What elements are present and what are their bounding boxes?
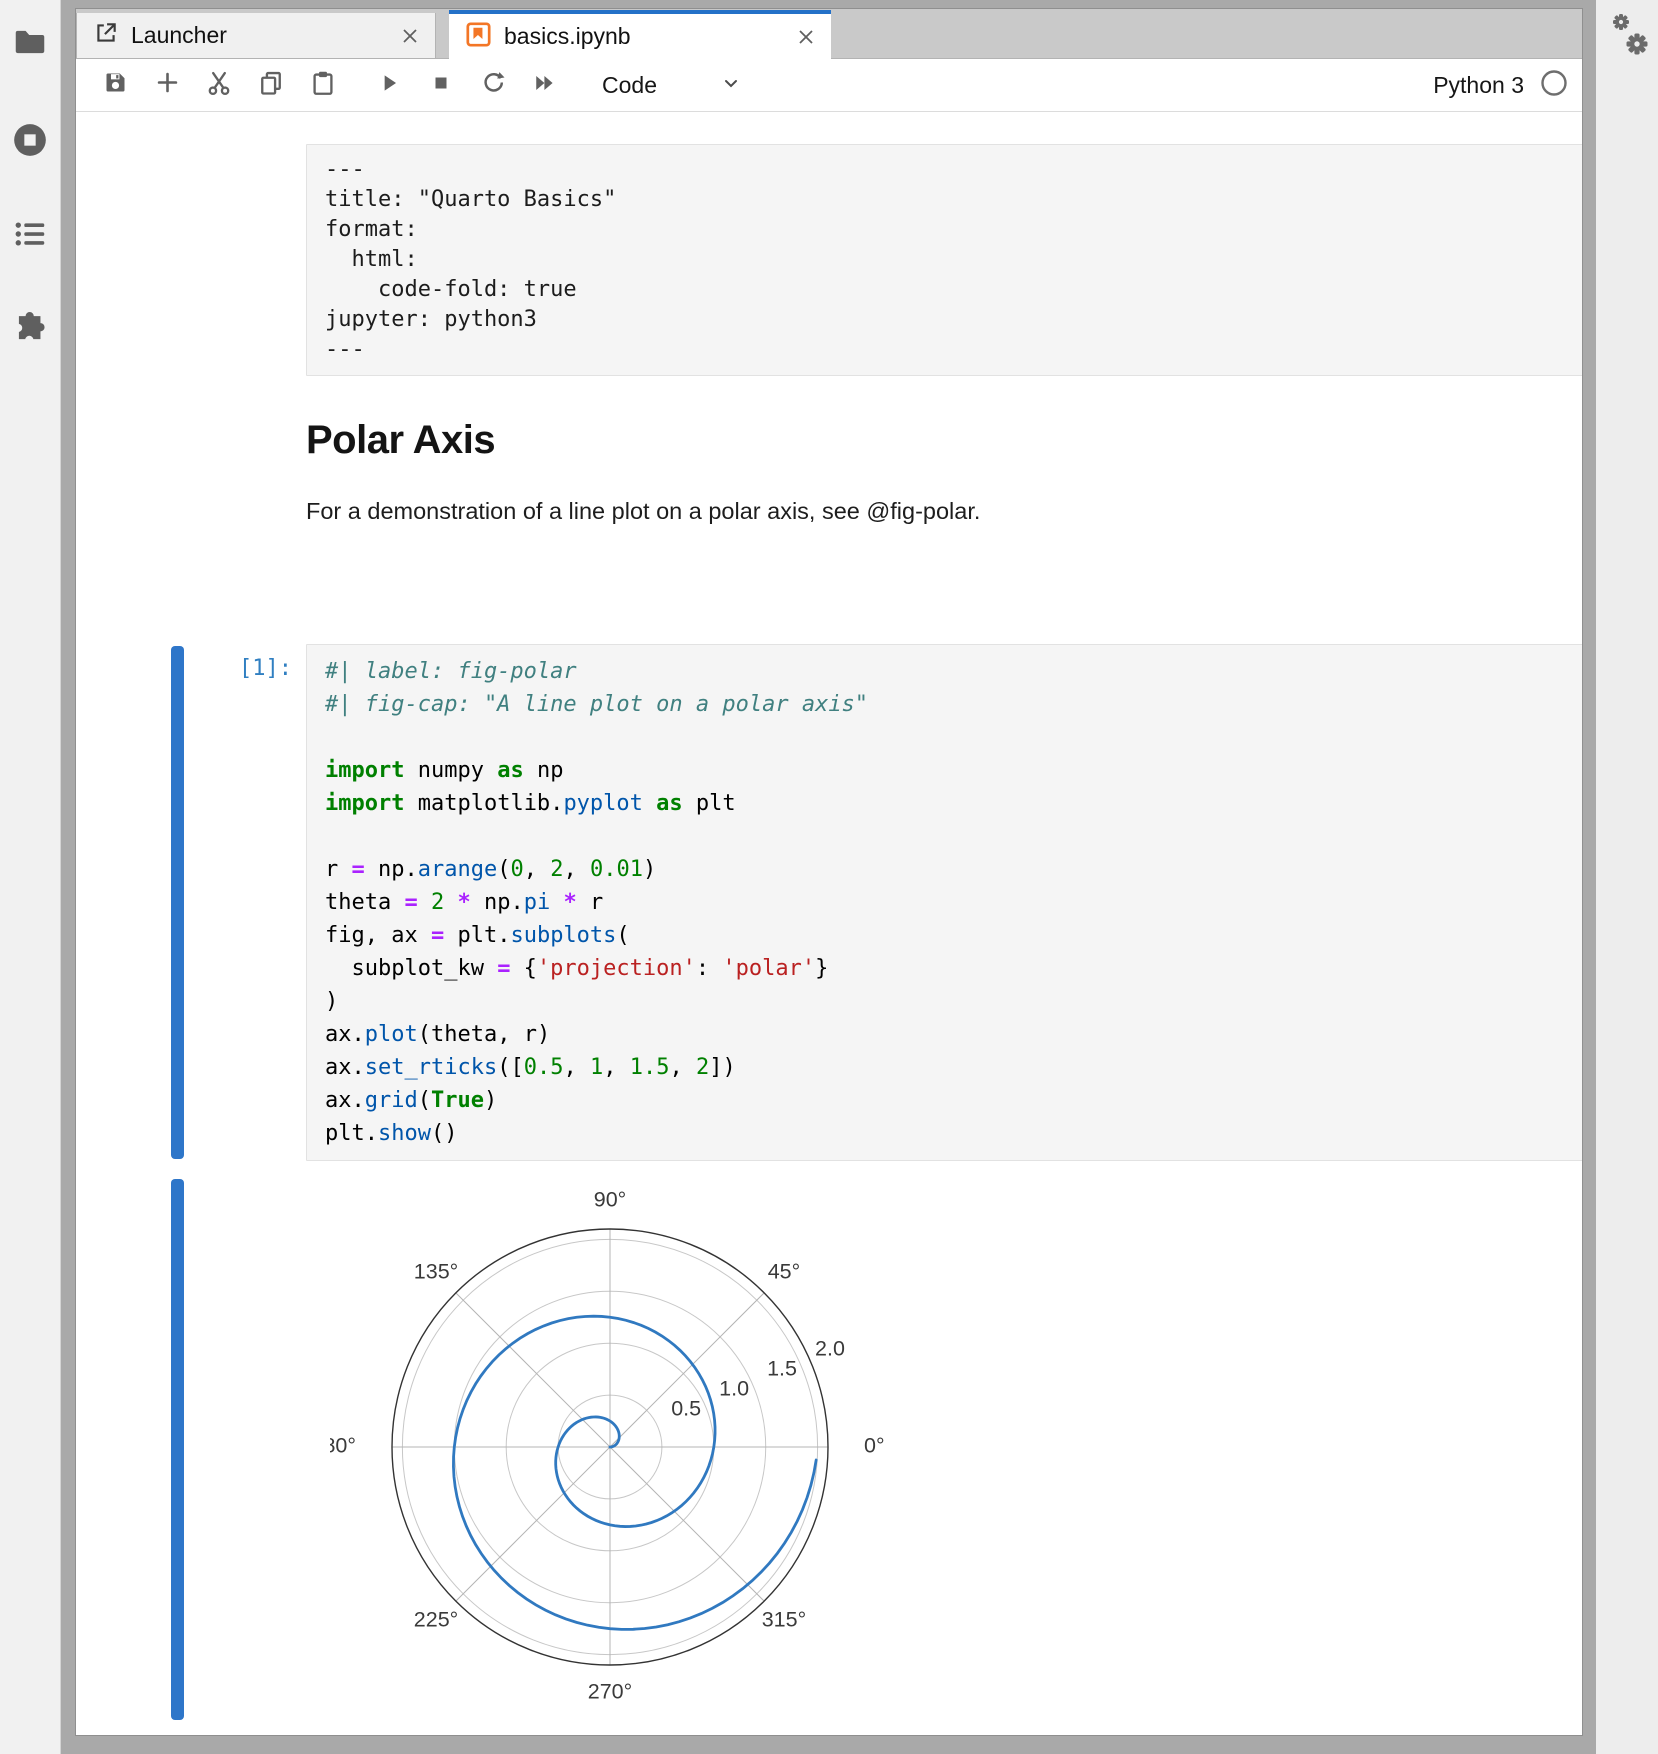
svg-text:180°: 180° [330,1434,356,1458]
settings-gears-icon[interactable] [1604,8,1654,71]
notebook-toolbar: Code Python 3 [76,59,1582,112]
tab-launcher[interactable]: Launcher [76,13,436,58]
svg-text:1.0: 1.0 [719,1376,749,1400]
close-icon[interactable] [373,25,421,47]
puzzle-icon [11,309,49,347]
cut-cells-button[interactable] [202,68,236,102]
kernel-status-icon[interactable] [1540,69,1568,102]
output-collapser[interactable] [171,1179,184,1720]
execution-count: [1]: [171,644,306,681]
svg-text:0.5: 0.5 [671,1396,701,1420]
copy-cells-button[interactable] [254,68,288,102]
sidebar-item-table-of-contents[interactable] [0,198,60,270]
sidebar-item-running-kernels[interactable] [0,104,60,176]
restart-kernel-button[interactable] [476,68,510,102]
sidebar-item-extensions[interactable] [0,292,60,364]
svg-text:270°: 270° [588,1680,632,1704]
raw-cell-source[interactable]: ---title: "Quarto Basics"format: html: c… [307,145,1582,375]
folder-icon [11,23,49,61]
page-title: Polar Axis [306,416,1582,464]
stop-icon [429,71,453,100]
notebook-content: ---title: "Quarto Basics"format: html: c… [76,112,1582,1735]
svg-text:90°: 90° [594,1188,627,1212]
save-icon [102,69,129,101]
cell-type-value: Code [602,72,657,99]
markdown-cell-row: Polar Axis For a demonstration of a line… [171,376,1582,526]
notebook-icon [465,21,492,53]
list-icon [11,215,49,253]
stop-circle-icon [10,120,50,160]
kernel-area: Python 3 [1433,69,1568,102]
svg-text:135°: 135° [414,1260,458,1284]
code-cell[interactable]: #| label: fig-polar#| fig-cap: "A line p… [306,644,1582,1161]
restart-run-all-button[interactable] [528,68,562,102]
output-cell-row: 0° 45° 90° 135° 180° 225° 270° 315° 0.5 1.0 1.5 2.0 [171,1177,1582,1722]
screen: Launcher basics.ipynb [0,0,1658,1754]
output-gutter [171,1177,306,1722]
interrupt-kernel-button[interactable] [424,68,458,102]
tab-notebook[interactable]: basics.ipynb [449,10,831,59]
svg-text:315°: 315° [762,1608,806,1632]
run-icon [376,70,402,101]
add-icon [154,69,181,101]
tab-label: Launcher [131,22,227,49]
copy-icon [257,69,285,102]
svg-text:1.5: 1.5 [767,1357,797,1381]
markdown-paragraph: For a demonstration of a line plot on a … [306,496,1582,526]
raw-cell-gutter [171,144,306,376]
code-cell-source[interactable]: #| label: fig-polar#| fig-cap: "A line p… [307,645,1582,1160]
tab-bar: Launcher basics.ipynb [76,9,1582,59]
launcher-icon [93,20,119,51]
paste-cells-button[interactable] [306,68,340,102]
svg-text:45°: 45° [768,1260,801,1284]
jupyterlab-window: Launcher basics.ipynb [75,8,1583,1736]
add-cell-button[interactable] [150,68,184,102]
tab-label: basics.ipynb [504,23,631,50]
kernel-name[interactable]: Python 3 [1433,72,1524,99]
chevron-down-icon [657,71,743,100]
cell-collapser[interactable] [171,646,184,1159]
run-cell-button[interactable] [372,68,406,102]
fast-forward-icon [531,69,559,102]
right-panel-strip [1596,0,1658,1754]
close-icon[interactable] [769,26,817,48]
save-button[interactable] [98,68,132,102]
cut-icon [205,69,233,102]
raw-cell-row: ---title: "Quarto Basics"format: html: c… [171,144,1582,376]
code-cell-gutter: [1]: [171,644,306,1161]
code-cell-row: [1]: #| label: fig-polar#| fig-cap: "A l… [171,644,1582,1161]
raw-cell[interactable]: ---title: "Quarto Basics"format: html: c… [306,144,1582,376]
svg-text:225°: 225° [414,1608,458,1632]
activity-bar [0,0,61,1754]
sidebar-item-file-browser[interactable] [0,6,60,78]
cell-type-dropdown[interactable]: Code [602,71,743,100]
markdown-cell[interactable]: Polar Axis For a demonstration of a line… [306,376,1582,526]
output-area: 0° 45° 90° 135° 180° 225° 270° 315° 0.5 1.0 1.5 2.0 [306,1177,890,1722]
polar-plot-figure: 0° 45° 90° 135° 180° 225° 270° 315° 0.5 1.0 1.5 2.0 [330,1177,890,1717]
svg-text:0°: 0° [864,1434,885,1458]
svg-text:2.0: 2.0 [815,1337,845,1361]
markdown-cell-gutter [171,376,306,526]
paste-icon [309,69,337,102]
restart-icon [480,69,507,101]
